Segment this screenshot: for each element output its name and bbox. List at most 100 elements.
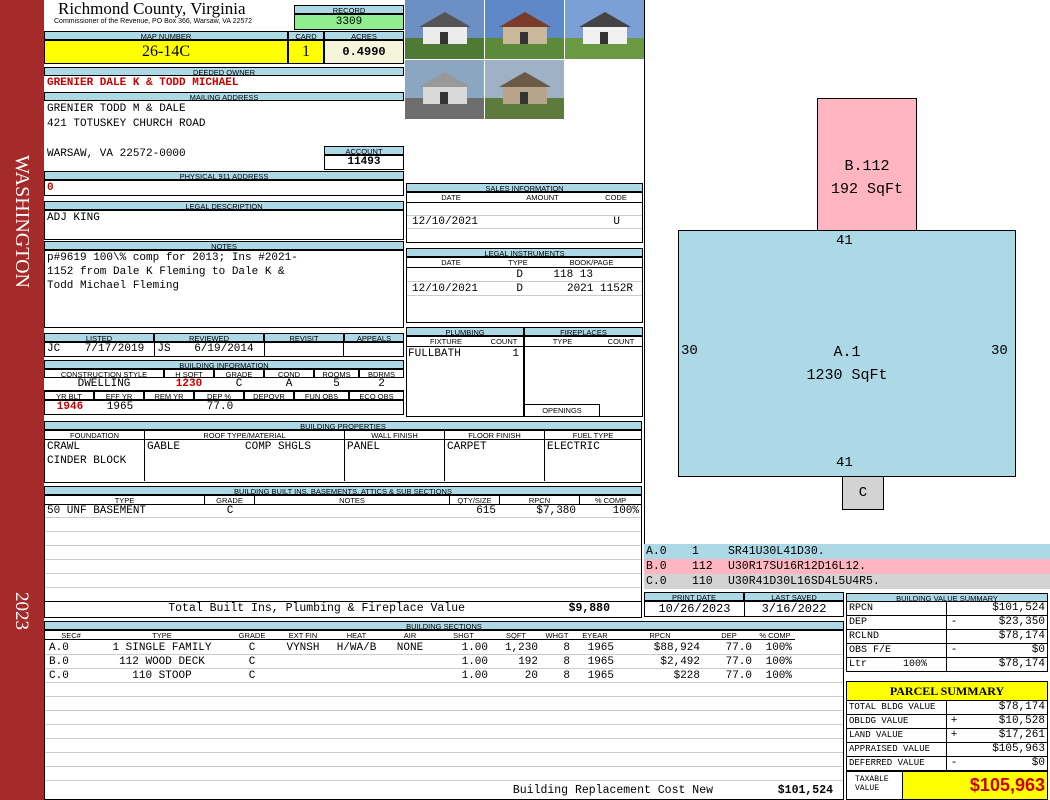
physical-address-box: 0: [44, 180, 404, 196]
summary-row: TOTAL BLDG VALUE $78,174: [846, 701, 1048, 715]
house-photo: [405, 0, 484, 59]
bi-bdrms: 2: [378, 378, 385, 390]
section-cell: B.0: [49, 656, 69, 668]
summary-row: Ltr 100% $78,174: [846, 658, 1048, 672]
summary-label: RPCN: [847, 602, 947, 615]
sales-table: DATE AMOUNT CODE 12/10/2021 U: [406, 192, 643, 243]
bp-col-roof: ROOF TYPE/MATERIAL: [145, 431, 345, 440]
mailing-line-2: 421 TOTUSKEY CHURCH ROAD: [47, 118, 206, 130]
instr-col-date: DATE: [441, 258, 461, 267]
sketch-section-a: A.1 1230 SqFt: [678, 230, 1016, 477]
county-title: Richmond County, Virginia: [58, 0, 246, 18]
section-cell: 1.00: [461, 670, 488, 682]
plumbing-table: FIXTURE COUNT FULLBATH 1: [406, 336, 524, 417]
acres-header: ACRES: [324, 31, 404, 40]
section-cell: 110 STOOP: [132, 670, 192, 682]
legal-description-box: ADJ KING: [44, 210, 404, 240]
sketch-b-area: 192 SqFt: [830, 181, 903, 198]
legend-path: U30R41D30L16SD4L5U4R5.: [728, 575, 880, 588]
sketch-a-label: A.1: [833, 344, 861, 361]
bi-grade: C: [235, 378, 243, 390]
section-cell: A.0: [49, 642, 69, 654]
physical-address-header: PHYSICAL 911 ADDRESS: [44, 171, 404, 180]
bi-col-remyr: REM YR: [144, 391, 194, 400]
sketch-dim-right: 30: [991, 343, 1008, 359]
house-photo: [485, 60, 564, 119]
summary-sign: [947, 743, 961, 756]
physical-address: 0: [47, 182, 54, 194]
section-cell: $228: [673, 670, 700, 682]
bi-cond: A: [285, 378, 293, 390]
sidebar-district: WASHINGTON: [11, 155, 33, 288]
fireplaces-table: TYPE COUNT OPENINGS: [524, 336, 643, 417]
bp-col-wall: WALL FINISH: [345, 431, 445, 440]
bis-col-grade: GRADE: [205, 496, 255, 505]
section-cell: 8: [563, 656, 570, 668]
card-header: CARD: [288, 31, 324, 40]
bi-col-grade: GRADE: [214, 369, 264, 378]
sketch-b-label: B.112: [844, 158, 890, 175]
replacement-cost: $101,524: [777, 784, 833, 797]
account-number: 11493: [324, 155, 404, 170]
legend-sec: A.0: [646, 545, 667, 558]
summary-value: $101,524: [992, 602, 1045, 614]
sketch-dim-left: 30: [681, 343, 698, 359]
sales-col-code: CODE: [605, 193, 627, 202]
acres-value: 0.4990: [324, 40, 404, 64]
building-sections-header: BUILDING SECTIONS: [44, 621, 844, 630]
section-cell: NONE: [396, 642, 424, 654]
fireplace-col-type: TYPE: [552, 337, 573, 346]
summary-row: DEFERRED VALUE - $0: [846, 757, 1048, 771]
map-number-header: MAP NUMBER: [44, 31, 288, 40]
bi-col-effyr: EFF YR: [94, 391, 144, 400]
bi-col-style: CONSTRUCTION STYLE: [44, 369, 164, 378]
bi-col-cond: COND: [264, 369, 314, 378]
section-cell: 1.00: [461, 656, 488, 668]
sketch-section-c: C: [842, 476, 884, 510]
card-number: 1: [288, 40, 324, 64]
property-photos: [405, 0, 644, 119]
section-cell: [384, 655, 436, 668]
section-col-header: TYPE: [97, 631, 227, 640]
record-header: RECORD: [294, 5, 404, 14]
building-sections-table: SEC# TYPE GRADE EXT FIN HEAT AIR SHGT SQFT WHGT E…: [44, 630, 844, 800]
sidebar-year: 2023: [11, 592, 32, 630]
legend-code: 112: [692, 560, 713, 573]
mailing-address-header: MAILING ADDRESS: [44, 92, 404, 101]
section-cell: 1,230: [504, 642, 538, 654]
legend-path: SR41U30L41D30.: [728, 545, 825, 558]
summary-label: TOTAL BLDG VALUE: [847, 701, 947, 714]
appeals-header: APPEALS: [344, 333, 404, 342]
section-cell: 20: [524, 670, 538, 682]
bp-roof-type: GABLE: [147, 441, 181, 453]
bi-effyr: 1965: [106, 401, 134, 413]
section-cell: 1965: [587, 656, 614, 668]
section-col-header: % COMP: [755, 631, 795, 640]
taxable-value: $105,963: [903, 772, 1047, 799]
section-cell: C: [248, 670, 256, 682]
builtins-total-label: Total Built Ins, Plumbing & Fireplace Va…: [168, 602, 465, 615]
notes-line: Todd Michael Fleming: [47, 280, 180, 292]
bp-foundation: CINDER BLOCK: [47, 455, 127, 467]
legend-code: 110: [692, 575, 713, 588]
bis-grade: C: [226, 505, 234, 517]
section-cell: 100%: [765, 670, 792, 682]
summary-row: RPCN $101,524: [846, 602, 1048, 616]
section-cell: 100%: [765, 642, 792, 654]
bp-foundation: CRAWL: [47, 441, 81, 453]
legend-sec: C.0: [646, 575, 667, 588]
section-row: C.0 110 STOOP C 1.00 20 8 1965 $228 77.0 100%: [45, 669, 843, 683]
bp-wall: PANEL: [345, 440, 445, 481]
instruments-table: DATE TYPE BOOK/PAGE D 118 13 12/10/2021 D 202…: [406, 257, 643, 323]
replacement-cost-label: Building Replacement Cost New: [512, 784, 713, 797]
fireplace-col-count: COUNT: [607, 337, 635, 346]
bi-rooms: 5: [333, 378, 340, 390]
sketch-a-area: 1230 SqFt: [806, 367, 888, 384]
dates-block: PRINT DATE LAST SAVED 10/26/2023 3/16/2022: [644, 592, 844, 617]
summary-row: RCLND $78,174: [846, 630, 1048, 644]
legend-sec: B.0: [646, 560, 667, 573]
section-cell: 8: [563, 642, 570, 654]
summary-value: $0: [1031, 757, 1045, 769]
taxable-label: TAXABLE VALUE: [847, 772, 903, 799]
section-col-header: EYEAR: [573, 631, 617, 640]
